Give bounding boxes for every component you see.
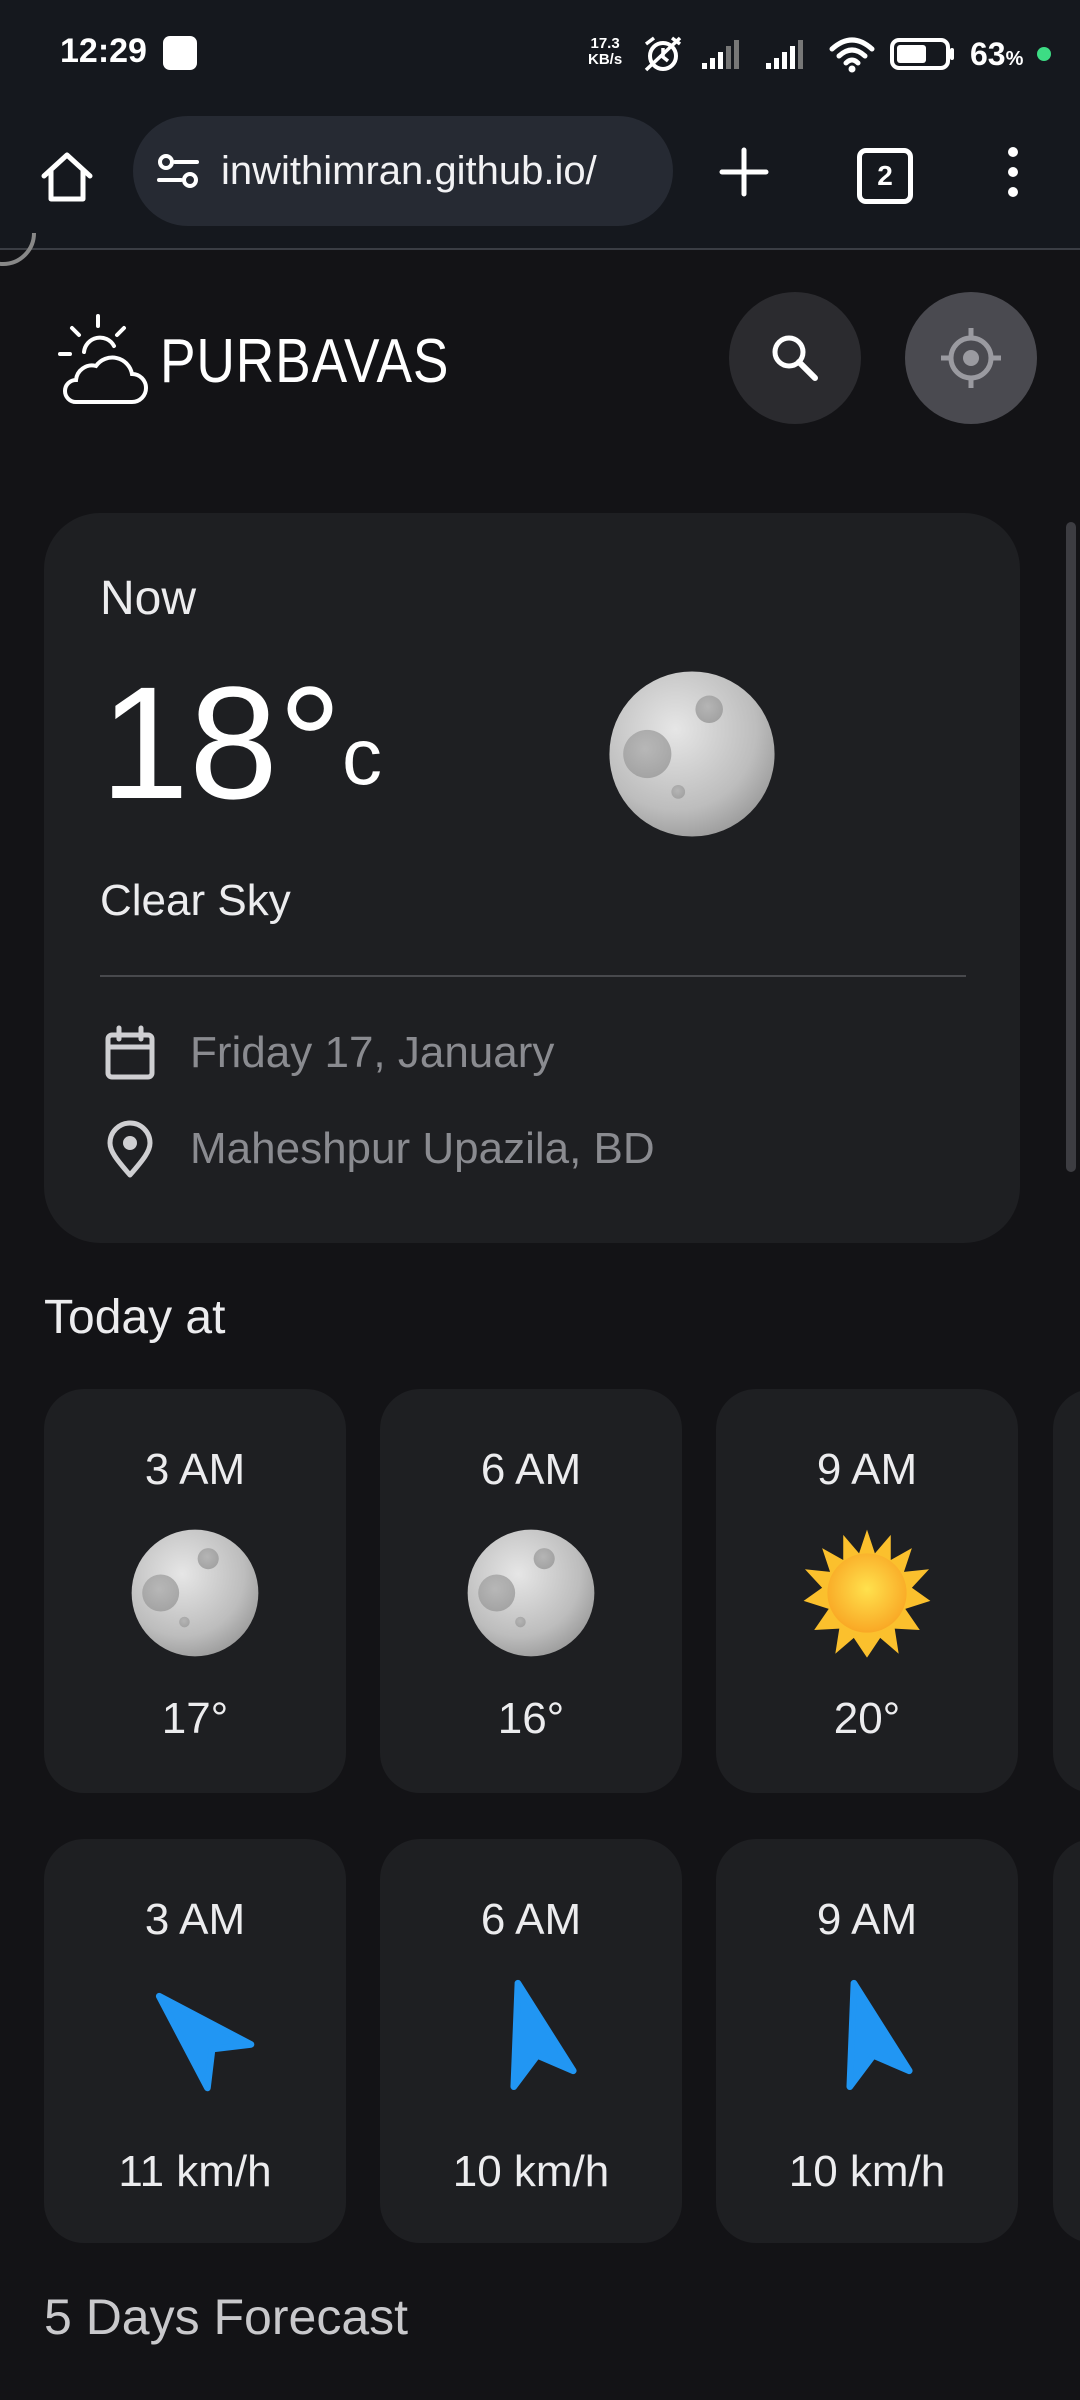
- moon-icon: [606, 668, 778, 840]
- hour-label: 3 AM: [144, 1895, 246, 1944]
- hour-temperature: 16°: [497, 1694, 565, 1743]
- hourly-temp-card-partial: [1053, 1389, 1080, 1793]
- battery-percent-suffix: %: [1005, 47, 1024, 70]
- privacy-indicator-icon: [1037, 47, 1052, 61]
- current-weather-card: Now 18°c Clear Sky Friday 17, January Ma…: [44, 513, 1020, 1243]
- browser-toolbar: inwithimran.github.io/ 2: [0, 110, 1080, 250]
- battery-percent: 63%: [970, 36, 1023, 73]
- calendar-icon: [105, 1025, 155, 1080]
- weather-description: Clear Sky: [100, 876, 291, 925]
- current-date: Friday 17, January: [190, 1028, 555, 1077]
- battery-percent-value: 63: [970, 35, 1006, 72]
- current-location-button[interactable]: [905, 292, 1037, 424]
- wind-direction-icon: [117, 1954, 273, 2110]
- five-day-forecast-heading: 5 Days Forecast: [44, 2289, 409, 2345]
- network-speed-unit: KB/s: [588, 51, 623, 68]
- hourly-wind-card: 3 AM 11 km/h: [44, 1839, 346, 2243]
- page-scrollbar[interactable]: [1066, 522, 1076, 1172]
- app-header: PURBAVAS: [0, 250, 1080, 470]
- search-icon: [772, 335, 818, 381]
- network-speed: 17.3 KB/s: [588, 36, 622, 68]
- current-temperature: 18°c: [100, 663, 382, 823]
- location-target-icon: [941, 328, 1001, 388]
- current-location: Maheshpur Upazila, BD: [190, 1124, 655, 1173]
- hourly-temp-card: 6 AM 16°: [380, 1389, 682, 1793]
- network-speed-value: 17.3: [590, 35, 620, 52]
- hourly-temp-card: 9 AM 20°: [716, 1389, 1018, 1793]
- signal-icon-2: [766, 40, 803, 69]
- current-temp-unit: c: [341, 712, 382, 801]
- wind-speed: 10 km/h: [452, 2147, 610, 2196]
- battery-icon: [890, 38, 954, 70]
- home-icon[interactable]: [36, 146, 98, 208]
- tab-count: 2: [877, 160, 893, 191]
- search-button[interactable]: [729, 292, 861, 424]
- current-temp-value: 18°: [100, 653, 342, 832]
- moon-icon: [465, 1527, 597, 1659]
- hour-label: 6 AM: [480, 1445, 582, 1494]
- hourly-wind-card: 6 AM 10 km/h: [380, 1839, 682, 2243]
- wind-direction-icon: [800, 1965, 935, 2100]
- hour-label: 9 AM: [816, 1895, 918, 1944]
- status-time: 12:29: [60, 32, 147, 70]
- url-text[interactable]: inwithimran.github.io/: [221, 149, 597, 194]
- new-tab-icon[interactable]: [712, 140, 776, 204]
- hour-temperature: 20°: [833, 1694, 901, 1743]
- more-menu-icon[interactable]: [998, 140, 1028, 204]
- notification-icon: [163, 36, 197, 70]
- app-brand: PURBAVAS: [160, 327, 450, 396]
- hour-temperature: 17°: [161, 1694, 229, 1743]
- logo-icon: [58, 314, 148, 404]
- wind-speed: 11 km/h: [118, 2147, 272, 2196]
- hour-label: 6 AM: [480, 1895, 582, 1944]
- signal-icon: [702, 40, 739, 69]
- alarm-off-icon: [644, 36, 682, 72]
- hourly-wind-card: 9 AM 10 km/h: [716, 1839, 1018, 2243]
- today-at-heading: Today at: [44, 1291, 226, 1344]
- status-bar: 12:29 17.3 KB/s 63%: [0, 0, 1080, 110]
- wind-direction-icon: [464, 1965, 599, 2100]
- address-bar[interactable]: inwithimran.github.io/: [133, 116, 673, 226]
- sun-icon: [801, 1527, 933, 1659]
- wifi-icon: [829, 37, 875, 73]
- location-row: Maheshpur Upazila, BD: [100, 1119, 655, 1179]
- hourly-temp-card: 3 AM 17°: [44, 1389, 346, 1793]
- hourly-wind-card-partial: [1053, 1839, 1080, 2243]
- date-row: Friday 17, January: [100, 1023, 554, 1083]
- moon-icon: [129, 1527, 261, 1659]
- hour-label: 3 AM: [144, 1445, 246, 1494]
- site-settings-icon[interactable]: [155, 148, 201, 194]
- wind-speed: 10 km/h: [788, 2147, 946, 2196]
- divider: [100, 975, 966, 977]
- now-label: Now: [100, 572, 197, 625]
- hour-label: 9 AM: [816, 1445, 918, 1494]
- location-pin-icon: [107, 1120, 153, 1178]
- tab-switcher-button[interactable]: 2: [857, 148, 913, 204]
